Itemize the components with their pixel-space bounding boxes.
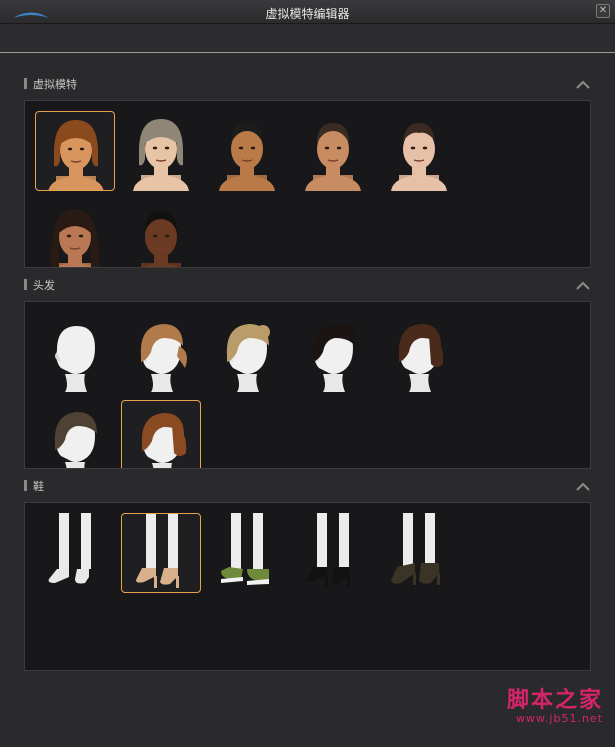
shoes-black-ankle-boots-thumbnail[interactable]	[379, 513, 459, 593]
model-2-preview	[133, 119, 189, 191]
hair-ponytail-brown-preview	[140, 324, 187, 392]
hair-short-dark-preview	[54, 412, 97, 468]
model-4-preview	[305, 123, 361, 191]
hair-panel	[24, 301, 591, 469]
hair-bob-dark-brown-preview	[398, 324, 444, 392]
shoes-nude-heels-thumbnail[interactable]	[121, 513, 201, 593]
hair-bob-auburn-preview	[141, 413, 187, 468]
model-1-thumbnail[interactable]	[35, 111, 115, 191]
section-header-models: 虚拟模特	[24, 76, 594, 92]
shoes-panel	[24, 502, 591, 671]
hair-bun-blonde-thumbnail[interactable]	[207, 312, 287, 392]
hair-bob-dark-brown-thumbnail[interactable]	[379, 312, 459, 392]
hair-bald-thumbnail[interactable]	[35, 312, 115, 392]
shoes-black-strappy-heels-preview	[307, 513, 350, 587]
model-1-preview	[48, 120, 104, 190]
shoes-green-sneakers-preview	[221, 513, 269, 585]
hair-short-dark-thumbnail[interactable]	[35, 400, 115, 468]
hair-bob-auburn-thumbnail[interactable]	[121, 400, 201, 468]
model-3-preview	[219, 123, 275, 191]
section-title-models: 虚拟模特	[33, 78, 77, 91]
watermark: 脚本之家 www.jb51.net	[507, 682, 603, 725]
section-header-shoes: 鞋	[24, 478, 594, 494]
section-marker	[24, 78, 27, 89]
section-title-hair: 头发	[33, 279, 55, 292]
model-7-preview	[141, 211, 181, 267]
chevron-up-icon[interactable]	[576, 280, 590, 290]
model-2-thumbnail[interactable]	[121, 111, 201, 191]
model-4-thumbnail[interactable]	[293, 111, 373, 191]
model-5-thumbnail[interactable]	[379, 111, 459, 191]
hair-bun-blonde-preview	[226, 324, 270, 392]
shoes-barefoot-thumbnail[interactable]	[35, 513, 115, 593]
hair-bald-preview	[55, 326, 95, 392]
toolbar-divider	[0, 52, 615, 53]
section-marker	[24, 480, 27, 491]
section-header-hair: 头发	[24, 277, 594, 293]
watermark-url: www.jb51.net	[515, 712, 603, 725]
shoes-green-sneakers-thumbnail[interactable]	[207, 513, 287, 593]
model-5-preview	[391, 123, 447, 191]
model-6-thumbnail[interactable]	[35, 199, 115, 267]
toolbar-area	[0, 24, 615, 54]
model-3-thumbnail[interactable]	[207, 111, 287, 191]
shoes-nude-heels-preview	[136, 514, 179, 588]
watermark-text: 脚本之家	[506, 687, 603, 713]
window-title: 虚拟模特编辑器	[265, 7, 350, 21]
models-panel	[24, 100, 591, 268]
model-7-thumbnail[interactable]	[121, 199, 201, 267]
close-icon[interactable]: ✕	[596, 4, 610, 18]
section-title-shoes: 鞋	[33, 480, 44, 493]
section-marker	[24, 279, 27, 290]
shoes-black-strappy-heels-thumbnail[interactable]	[293, 513, 373, 593]
hair-ponytail-brown-thumbnail[interactable]	[121, 312, 201, 392]
shoes-black-ankle-boots-preview	[391, 513, 440, 585]
hair-bun-black-preview	[312, 324, 356, 392]
model-6-preview	[50, 209, 100, 267]
title-bar: 虚拟模特编辑器 ✕	[0, 0, 615, 24]
hair-bun-black-thumbnail[interactable]	[293, 312, 373, 392]
chevron-up-icon[interactable]	[576, 481, 590, 491]
shoes-barefoot-preview	[48, 513, 91, 584]
chevron-up-icon[interactable]	[576, 79, 590, 89]
